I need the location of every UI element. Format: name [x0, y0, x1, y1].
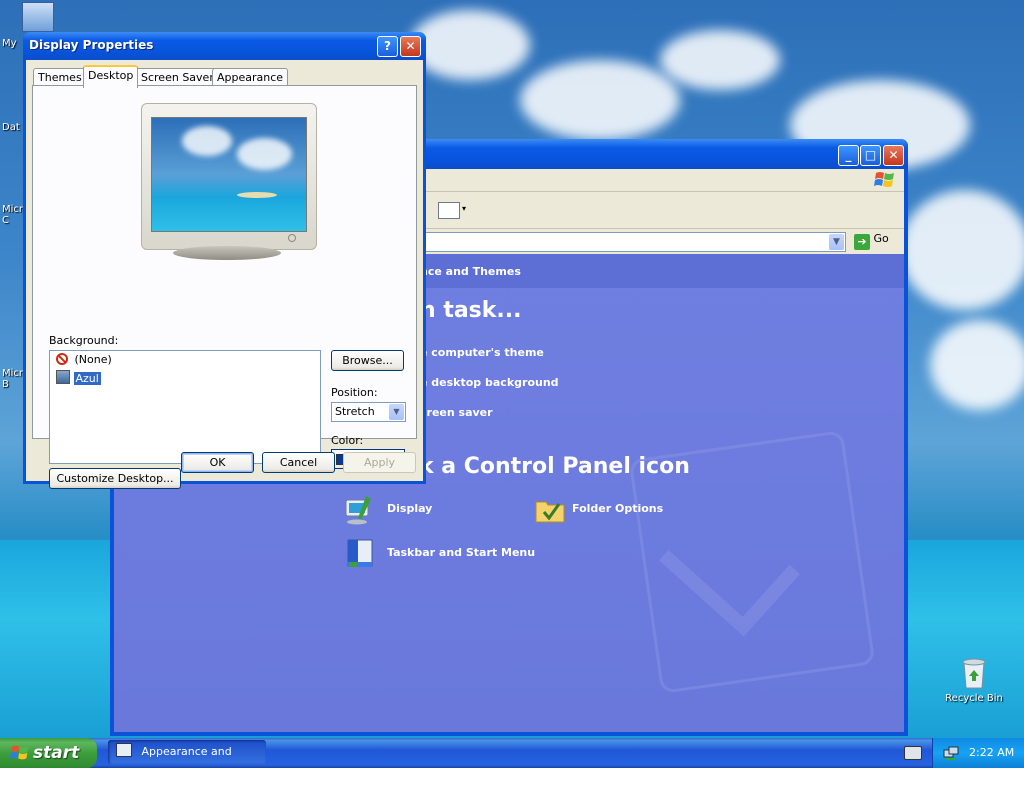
apply-button[interactable]: Apply: [343, 452, 416, 473]
list-item[interactable]: (None): [56, 353, 112, 369]
go-button[interactable]: ➔ Go: [854, 232, 900, 250]
task-screen-saver-link[interactable]: creen saver: [420, 406, 493, 419]
help-button[interactable]: ?: [377, 36, 398, 57]
recycle-bin-icon[interactable]: Recycle Bin: [940, 656, 1008, 704]
maximize-button[interactable]: □: [860, 145, 881, 166]
position-select[interactable]: Stretch ▼: [331, 402, 406, 422]
keyboard-icon[interactable]: [904, 746, 922, 760]
task-change-background-link[interactable]: e desktop background: [420, 376, 559, 389]
tab-themes[interactable]: Themes: [33, 68, 87, 86]
cancel-button[interactable]: Cancel: [262, 452, 335, 473]
network-icon[interactable]: [943, 745, 959, 761]
windows-flag-icon: [10, 745, 29, 760]
folder-options-label: Folder Options: [572, 502, 664, 515]
taskbar-button-control-panel[interactable]: Appearance and The...: [108, 740, 266, 782]
start-label: start: [33, 743, 80, 763]
tab-desktop[interactable]: Desktop: [83, 65, 139, 88]
folder-options-link[interactable]: Folder Options: [534, 494, 734, 528]
pick-task-heading: n task...: [420, 298, 522, 323]
wallpaper-preview: [151, 117, 307, 232]
close-button[interactable]: ✕: [883, 145, 904, 166]
control-panel-icon: [116, 743, 132, 757]
system-tray: 2:22 AM: [932, 738, 1024, 768]
tab-appearance[interactable]: Appearance: [212, 68, 289, 86]
views-dropdown-icon: ▾: [462, 204, 467, 213]
display-label: Display: [387, 502, 433, 515]
display-properties-dialog[interactable]: Display Properties ? ✕ Themes Desktop Sc…: [23, 32, 426, 489]
recycle-bin-label: Recycle Bin: [945, 693, 1003, 704]
display-icon: [345, 496, 371, 525]
color-label: Color:: [331, 434, 364, 447]
go-label: Go: [873, 232, 889, 245]
tab-screen-saver[interactable]: Screen Saver: [136, 68, 219, 86]
go-arrow-icon: ➔: [854, 234, 870, 250]
background-label: Background:: [49, 334, 119, 347]
views-button[interactable]: ▾: [436, 199, 470, 221]
desktop-tab-panel: Background: (None) Azul Browse... Positi…: [32, 85, 417, 489]
category-title: nce and Themes: [420, 265, 521, 278]
folder-options-icon: [535, 501, 565, 523]
browse-button[interactable]: Browse...: [331, 350, 404, 371]
background-listbox[interactable]: (None) Azul: [49, 350, 321, 464]
ok-button[interactable]: OK: [181, 452, 254, 473]
monitor-preview: [141, 103, 317, 250]
views-icon: [438, 202, 460, 219]
image-file-icon: [56, 370, 70, 384]
list-item-label-selected: Azul: [72, 371, 102, 386]
minimize-button[interactable]: _: [838, 145, 859, 166]
power-button-icon: [288, 234, 296, 242]
monitor-stand: [173, 246, 281, 260]
dialog-close-button[interactable]: ✕: [400, 36, 421, 57]
address-dropdown-icon[interactable]: ▼: [829, 234, 844, 250]
position-value: Stretch: [335, 405, 375, 418]
taskbar-start-menu-icon: [347, 539, 373, 567]
start-button[interactable]: start: [0, 738, 97, 768]
list-item-label: (None): [74, 353, 112, 366]
dialog-titlebar[interactable]: Display Properties ? ✕: [23, 32, 426, 60]
task-change-theme-link[interactable]: e computer's theme: [420, 346, 544, 359]
display-link[interactable]: Display: [344, 494, 504, 528]
taskbar-start-menu-link[interactable]: Taskbar and Start Menu: [344, 538, 564, 572]
position-label: Position:: [331, 386, 378, 399]
list-item[interactable]: Azul: [56, 370, 102, 386]
chevron-down-icon: ▼: [389, 404, 404, 420]
none-icon: [56, 353, 68, 365]
windows-logo-icon: [874, 170, 898, 190]
taskbar-start-menu-label: Taskbar and Start Menu: [387, 546, 536, 559]
dialog-title: Display Properties: [29, 38, 154, 52]
recycle-bin-glyph: [962, 658, 986, 689]
clock[interactable]: 2:22 AM: [969, 738, 1014, 768]
customize-desktop-button[interactable]: Customize Desktop...: [49, 468, 181, 489]
dialog-body: Themes Desktop Screen Saver Appearance B…: [26, 60, 423, 489]
taskbar: start Appearance and The... 2:22 AM: [0, 738, 1024, 782]
